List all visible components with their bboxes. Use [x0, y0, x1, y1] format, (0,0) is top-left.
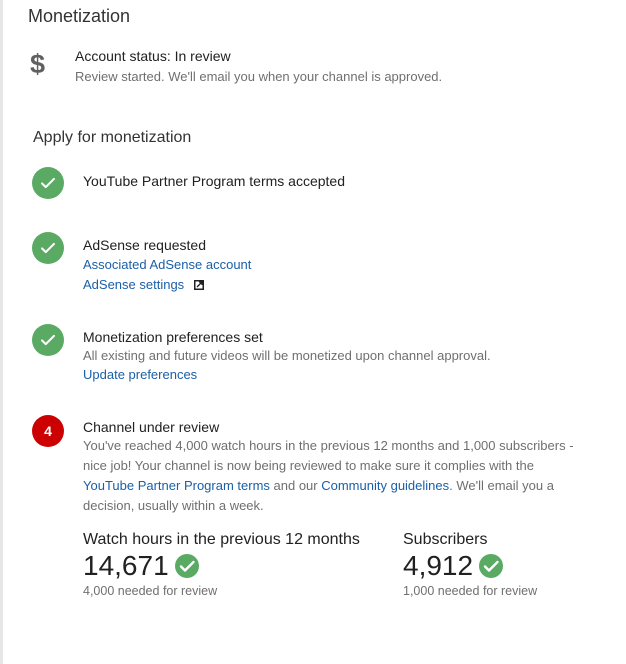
step-preferences: Monetization preferences set [83, 329, 263, 345]
apply-section-title: Apply for monetization [33, 129, 192, 146]
external-link-icon [193, 278, 204, 293]
adsense-settings-link[interactable]: AdSense settings [83, 277, 204, 293]
check-circle-icon [174, 554, 199, 578]
check-circle-icon [32, 324, 64, 356]
watch-hours-needed: 4,000 needed for review [83, 584, 218, 598]
check-circle-icon [32, 167, 64, 199]
dollar-icon: $ [30, 49, 46, 79]
review-text-1: You've reached 4,000 watch hours in the … [83, 438, 574, 473]
left-divider [0, 0, 3, 664]
step-preferences-subtitle: All existing and future videos will be m… [83, 348, 491, 363]
watch-hours-value: 14,671 [83, 550, 169, 581]
step-number-badge: 4 [32, 415, 64, 447]
subscribers-value: 4,912 [403, 550, 474, 581]
adsense-settings-label: AdSense settings [83, 277, 185, 292]
associated-adsense-link[interactable]: Associated AdSense account [83, 257, 251, 272]
watch-hours-label: Watch hours in the previous 12 months [83, 531, 360, 548]
check-circle-icon [479, 554, 504, 578]
account-status-subtitle: Review started. We'll email you when you… [75, 69, 443, 84]
subscribers-metric: 4,912 [403, 550, 504, 582]
step-channel-review: Channel under review [83, 419, 220, 435]
review-description: You've reached 4,000 watch hours in the … [83, 436, 583, 516]
step-adsense: AdSense requested [83, 237, 206, 253]
subscribers-label: Subscribers [403, 531, 488, 548]
review-text-2: and our [269, 478, 322, 493]
community-guidelines-link[interactable]: Community guidelines [321, 478, 449, 493]
watch-hours-metric: 14,671 [83, 550, 199, 582]
check-circle-icon [32, 232, 64, 264]
update-preferences-link[interactable]: Update preferences [83, 367, 197, 382]
page-title: Monetization [28, 6, 131, 26]
step-partner-terms: YouTube Partner Program terms accepted [83, 173, 345, 189]
partner-program-terms-link[interactable]: YouTube Partner Program terms [83, 478, 270, 493]
subscribers-needed: 1,000 needed for review [403, 584, 538, 598]
account-status-title: Account status: In review [75, 48, 231, 64]
